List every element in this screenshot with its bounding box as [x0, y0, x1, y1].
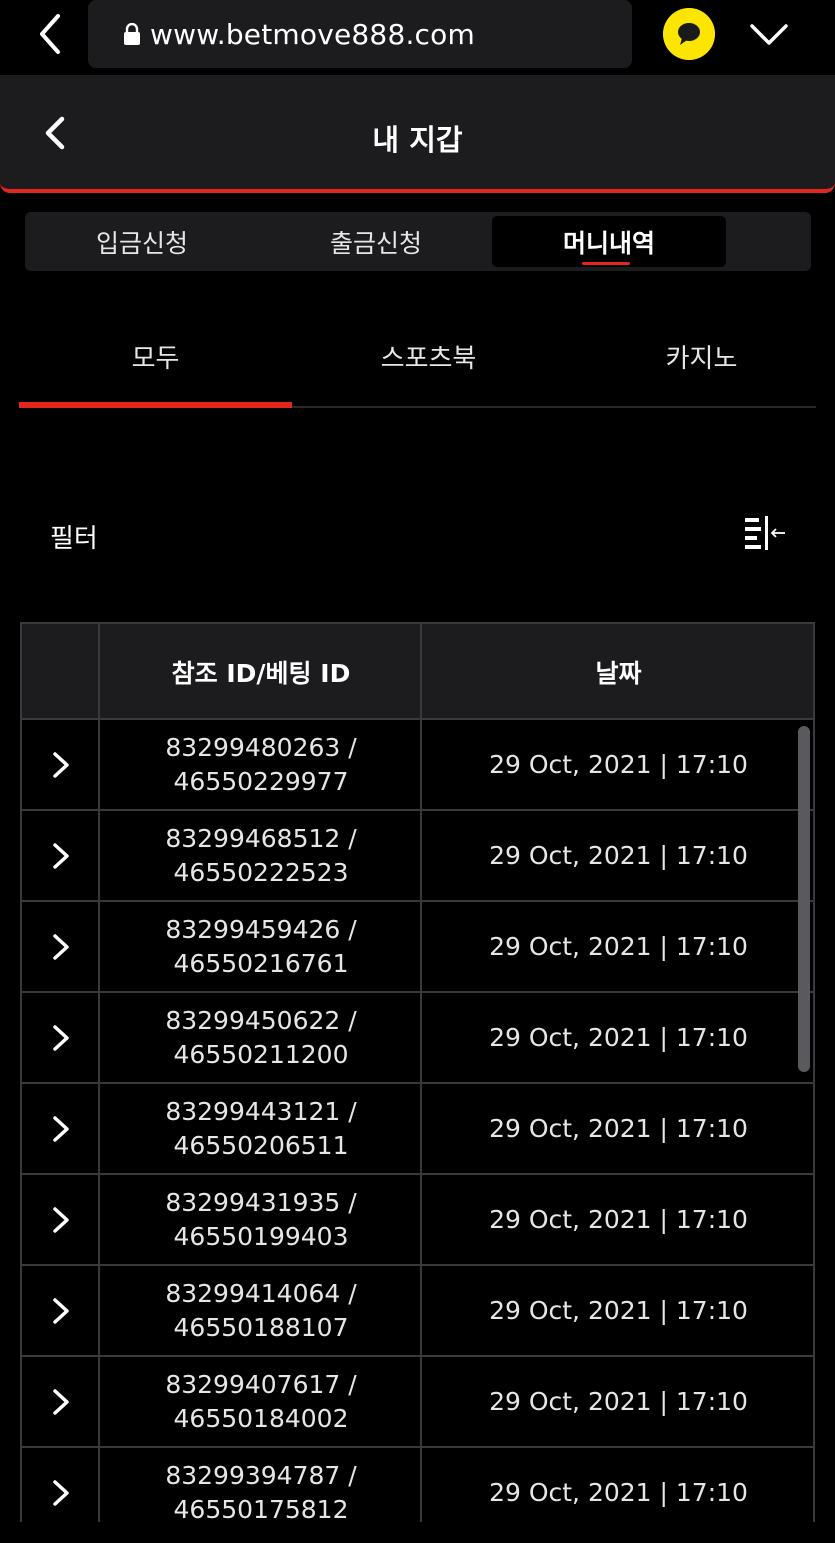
category-tabs: 모두 스포츠북 카지노	[19, 310, 816, 408]
table-scrollbar[interactable]	[798, 726, 810, 1072]
ref-id: 83299450622 /	[165, 1005, 357, 1035]
ref-bet-id-cell: 83299414064 / 46550188107	[100, 1266, 422, 1355]
table-row[interactable]: 83299431935 / 46550199403 29 Oct, 2021 |…	[22, 1175, 813, 1266]
table-row[interactable]: 83299450622 / 46550211200 29 Oct, 2021 |…	[22, 993, 813, 1084]
date-cell: 29 Oct, 2021 | 17:10	[489, 932, 748, 961]
table-row[interactable]: 83299443121 / 46550206511 29 Oct, 2021 |…	[22, 1084, 813, 1175]
filter-label[interactable]: 필터	[50, 518, 98, 555]
date-cell: 29 Oct, 2021 | 17:10	[489, 750, 748, 779]
table-row[interactable]: 83299394787 / 46550175812 29 Oct, 2021 |…	[22, 1448, 813, 1522]
bet-id: 46550206511	[173, 1130, 349, 1160]
table-row[interactable]: 83299480263 / 46550229977 29 Oct, 2021 |…	[22, 720, 813, 811]
date-cell: 29 Oct, 2021 | 17:10	[489, 1114, 748, 1143]
chevron-right-icon[interactable]	[50, 932, 72, 962]
ref-id: 83299443121 /	[165, 1096, 357, 1126]
chevron-right-icon[interactable]	[50, 1478, 72, 1508]
segment-label: 머니내역	[562, 228, 655, 258]
chevron-right-icon[interactable]	[50, 1296, 72, 1326]
chat-bubble-icon[interactable]	[663, 8, 715, 60]
tab-sportsbook[interactable]: 스포츠북	[292, 310, 565, 402]
segment-active-indicator	[582, 262, 630, 265]
bet-id: 46550184002	[173, 1403, 349, 1433]
back-chevron-icon[interactable]	[30, 12, 70, 56]
tab-label: 스포츠북	[380, 343, 477, 374]
ref-id: 83299394787 /	[165, 1460, 357, 1490]
bet-id: 46550222523	[173, 857, 349, 887]
chevron-right-icon[interactable]	[50, 1387, 72, 1417]
tab-active-indicator	[19, 402, 292, 408]
bet-id: 46550216761	[173, 948, 349, 978]
wallet-segmented-control: 입금신청 출금신청 머니내역	[25, 212, 811, 271]
tab-label: 모두	[131, 343, 180, 374]
table-header: 참조 ID/베팅 ID 날짜	[22, 622, 813, 720]
url-text: www.betmove888.com	[150, 17, 475, 51]
segment-label: 입금신청	[95, 228, 188, 258]
ref-bet-id-cell: 83299394787 / 46550175812	[100, 1448, 422, 1523]
bet-id: 46550188107	[173, 1312, 349, 1342]
url-bar[interactable]: www.betmove888.com	[88, 0, 632, 68]
lock-icon	[124, 23, 140, 45]
chevron-right-icon[interactable]	[50, 1114, 72, 1144]
bet-id: 46550199403	[173, 1221, 349, 1251]
chevron-right-icon[interactable]	[50, 1205, 72, 1235]
ref-id: 83299468512 /	[165, 823, 357, 853]
chevron-right-icon[interactable]	[50, 841, 72, 871]
chevron-down-icon[interactable]	[748, 18, 790, 50]
column-header-date: 날짜	[595, 659, 642, 688]
ref-bet-id-cell: 83299480263 / 46550229977	[100, 720, 422, 809]
table-row[interactable]: 83299414064 / 46550188107 29 Oct, 2021 |…	[22, 1266, 813, 1357]
filter-collapse-icon[interactable]	[744, 515, 786, 551]
ref-bet-id-cell: 83299459426 / 46550216761	[100, 902, 422, 991]
column-header-ref-id: 참조 ID/베팅 ID	[171, 659, 351, 688]
money-history-table: 참조 ID/베팅 ID 날짜 83299480263 / 46550229977…	[20, 622, 815, 1522]
date-cell: 29 Oct, 2021 | 17:10	[489, 1023, 748, 1052]
app-header: 내 지갑	[0, 75, 835, 193]
tab-all[interactable]: 모두	[19, 310, 292, 402]
date-cell: 29 Oct, 2021 | 17:10	[489, 1296, 748, 1325]
table-body: 83299480263 / 46550229977 29 Oct, 2021 |…	[22, 720, 813, 1522]
chevron-right-icon[interactable]	[50, 750, 72, 780]
table-row[interactable]: 83299407617 / 46550184002 29 Oct, 2021 |…	[22, 1357, 813, 1448]
ref-id: 83299407617 /	[165, 1369, 357, 1399]
segment-withdraw-request[interactable]: 출금신청	[259, 216, 493, 267]
segment-label: 출금신청	[329, 228, 422, 258]
chevron-right-icon[interactable]	[50, 1023, 72, 1053]
table-row[interactable]: 83299459426 / 46550216761 29 Oct, 2021 |…	[22, 902, 813, 993]
segment-deposit-request[interactable]: 입금신청	[25, 216, 259, 267]
date-cell: 29 Oct, 2021 | 17:10	[489, 1478, 748, 1507]
ref-id: 83299480263 /	[165, 732, 357, 762]
date-cell: 29 Oct, 2021 | 17:10	[489, 1205, 748, 1234]
ref-bet-id-cell: 83299468512 / 46550222523	[100, 811, 422, 900]
segment-money-history[interactable]: 머니내역	[492, 216, 726, 267]
bet-id: 46550175812	[173, 1494, 349, 1523]
page-title: 내 지갑	[372, 123, 463, 157]
date-cell: 29 Oct, 2021 | 17:10	[489, 1387, 748, 1416]
ref-bet-id-cell: 83299450622 / 46550211200	[100, 993, 422, 1082]
tab-casino[interactable]: 카지노	[565, 310, 835, 402]
ref-bet-id-cell: 83299431935 / 46550199403	[100, 1175, 422, 1264]
ref-id: 83299414064 /	[165, 1278, 357, 1308]
bet-id: 46550229977	[173, 766, 349, 796]
table-row[interactable]: 83299468512 / 46550222523 29 Oct, 2021 |…	[22, 811, 813, 902]
tab-label: 카지노	[665, 343, 738, 374]
ref-bet-id-cell: 83299443121 / 46550206511	[100, 1084, 422, 1173]
ref-id: 83299431935 /	[165, 1187, 357, 1217]
browser-toolbar: www.betmove888.com	[0, 0, 835, 75]
date-cell: 29 Oct, 2021 | 17:10	[489, 841, 748, 870]
bet-id: 46550211200	[173, 1039, 349, 1069]
ref-bet-id-cell: 83299407617 / 46550184002	[100, 1357, 422, 1446]
ref-id: 83299459426 /	[165, 914, 357, 944]
